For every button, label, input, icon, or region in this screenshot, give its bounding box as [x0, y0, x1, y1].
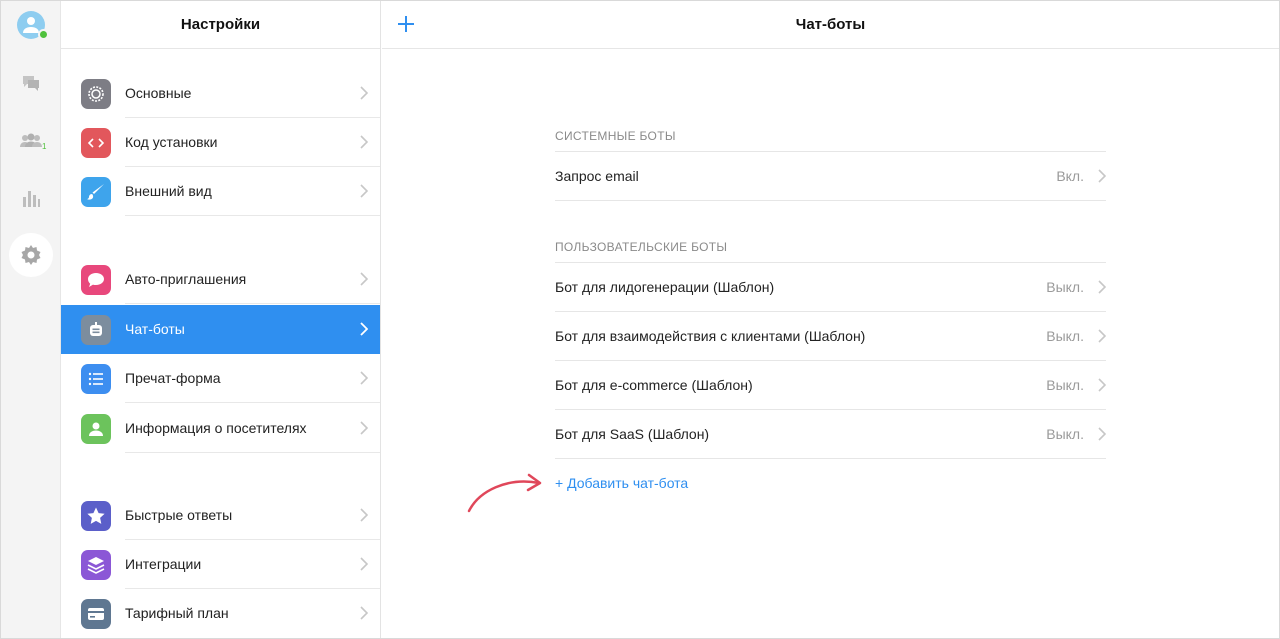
settings-item-install-code-icon-bg	[81, 128, 111, 158]
brush-icon	[87, 184, 104, 200]
settings-item-install-code[interactable]: Код установки	[61, 118, 380, 167]
page-title: Чат-боты	[795, 16, 866, 33]
nav-visitors[interactable]	[19, 129, 43, 153]
settings-item-prechat-form-icon-bg	[81, 364, 111, 394]
settings-panel: Настройки Основные Код установки Внешний…	[61, 1, 381, 638]
chevron-right-icon	[360, 86, 368, 100]
chevron-right-icon	[1098, 169, 1106, 183]
settings-item-visitor-info[interactable]: Информация о посетителях	[61, 404, 380, 453]
bot-name: Бот для e-commerce (Шаблон)	[555, 377, 753, 393]
chat-icon	[23, 76, 39, 91]
bot-status: Выкл.	[1046, 426, 1084, 442]
settings-item-pricing-plan-icon-bg	[81, 599, 111, 629]
chevron-right-icon	[1098, 329, 1106, 343]
bot-name: Бот для взаимодействия с клиентами (Шабл…	[555, 328, 866, 344]
settings-item-appearance-icon-bg	[81, 177, 111, 207]
settings-item-chatbots[interactable]: Чат-боты	[61, 305, 380, 354]
settings-item-label: Интеграции	[125, 556, 202, 572]
bot-status: Выкл.	[1046, 279, 1084, 295]
settings-item-label: Чат-боты	[125, 321, 185, 337]
settings-item-integrations[interactable]: Интеграции	[61, 540, 380, 589]
list-icon	[88, 372, 103, 386]
bot-name: Бот для лидогенерации (Шаблон)	[555, 279, 775, 295]
add-chatbot-link[interactable]: + Добавить чат-бота	[555, 475, 688, 491]
bot-icon	[90, 322, 102, 336]
settings-item-visitor-info-icon-bg	[81, 414, 111, 444]
settings-item-pricing-plan[interactable]: Тарифный план	[61, 589, 380, 638]
divider	[125, 452, 380, 453]
gear-icon	[88, 86, 104, 102]
settings-item-label: Быстрые ответы	[125, 507, 233, 523]
divider	[555, 458, 1106, 459]
settings-item-appearance[interactable]: Внешний вид	[61, 167, 380, 216]
chevron-right-icon	[360, 421, 368, 435]
user-bots-section-title: ПОЛЬЗОВАТЕЛЬСКИЕ БОТЫ	[555, 240, 728, 254]
layers-icon	[87, 557, 105, 574]
settings-item-label: Основные	[125, 85, 192, 101]
visitors-count-badge: 1	[42, 142, 47, 151]
bot-row-email-request[interactable]: Запрос email Вкл.	[555, 151, 1106, 200]
divider	[555, 200, 1106, 201]
settings-item-label: Внешний вид	[125, 183, 212, 199]
code-icon	[87, 138, 105, 148]
bot-name: Запрос email	[555, 168, 639, 184]
divider	[125, 215, 380, 216]
bot-status: Выкл.	[1046, 328, 1084, 344]
bot-row-customer-interaction[interactable]: Бот для взаимодействия с клиентами (Шабл…	[555, 311, 1106, 360]
bot-row-ecommerce[interactable]: Бот для e-commerce (Шаблон) Выкл.	[555, 360, 1106, 409]
settings-item-general-icon-bg	[81, 79, 111, 109]
settings-item-auto-invites[interactable]: Авто-приглашения	[61, 255, 380, 304]
bot-name: Бот для SaaS (Шаблон)	[555, 426, 710, 442]
settings-item-label: Тарифный план	[125, 605, 229, 621]
chatbots-panel: Чат-боты СИСТЕМНЫЕ БОТЫ Запрос email Вкл…	[382, 1, 1279, 638]
settings-title: Настройки	[61, 1, 380, 49]
nav-chats[interactable]	[19, 71, 43, 95]
settings-item-auto-invites-icon-bg	[81, 265, 111, 295]
chevron-right-icon	[360, 557, 368, 571]
bot-row-lead-generation[interactable]: Бот для лидогенерации (Шаблон) Выкл.	[555, 262, 1106, 311]
chevron-right-icon	[360, 184, 368, 198]
settings-item-label: Пречат-форма	[125, 370, 221, 386]
chatbots-header: Чат-боты	[382, 1, 1279, 49]
settings-item-quick-replies[interactable]: Быстрые ответы	[61, 491, 380, 540]
star-icon	[87, 507, 105, 524]
settings-item-general[interactable]: Основные	[61, 69, 380, 118]
online-status-dot	[38, 29, 49, 40]
chevron-right-icon	[360, 508, 368, 522]
nav-settings[interactable]	[9, 233, 53, 277]
nav-statistics[interactable]	[19, 187, 43, 211]
user-avatar-icon	[23, 17, 39, 33]
bot-status: Выкл.	[1046, 377, 1084, 393]
stats-icon	[23, 191, 40, 207]
visitors-icon	[20, 133, 42, 147]
nav-rail: 1	[1, 1, 61, 638]
divider	[125, 402, 380, 403]
chevron-right-icon	[1098, 378, 1106, 392]
chevron-right-icon	[360, 371, 368, 385]
settings-item-label: Информация о посетителях	[125, 420, 307, 436]
settings-item-label: Авто-приглашения	[125, 271, 247, 287]
system-bots-section-title: СИСТЕМНЫЕ БОТЫ	[555, 129, 676, 143]
settings-item-quick-replies-icon-bg	[81, 501, 111, 531]
chevron-right-icon	[360, 322, 368, 336]
settings-item-chatbots-icon-bg	[81, 315, 111, 345]
gear-icon	[21, 245, 41, 265]
settings-item-prechat-form[interactable]: Пречат-форма	[61, 354, 380, 403]
bot-status: Вкл.	[1056, 168, 1084, 184]
chevron-right-icon	[360, 272, 368, 286]
chevron-right-icon	[360, 135, 368, 149]
divider	[125, 303, 380, 304]
settings-item-label: Код установки	[125, 134, 218, 150]
pointer-arrow-icon	[467, 473, 542, 513]
speech-bubble-icon	[88, 273, 104, 287]
settings-item-integrations-icon-bg	[81, 550, 111, 580]
chevron-right-icon	[1098, 280, 1106, 294]
card-icon	[88, 608, 104, 620]
bot-row-saas[interactable]: Бот для SaaS (Шаблон) Выкл.	[555, 409, 1106, 458]
person-icon	[89, 422, 103, 436]
chevron-right-icon	[1098, 427, 1106, 441]
chevron-right-icon	[360, 606, 368, 620]
